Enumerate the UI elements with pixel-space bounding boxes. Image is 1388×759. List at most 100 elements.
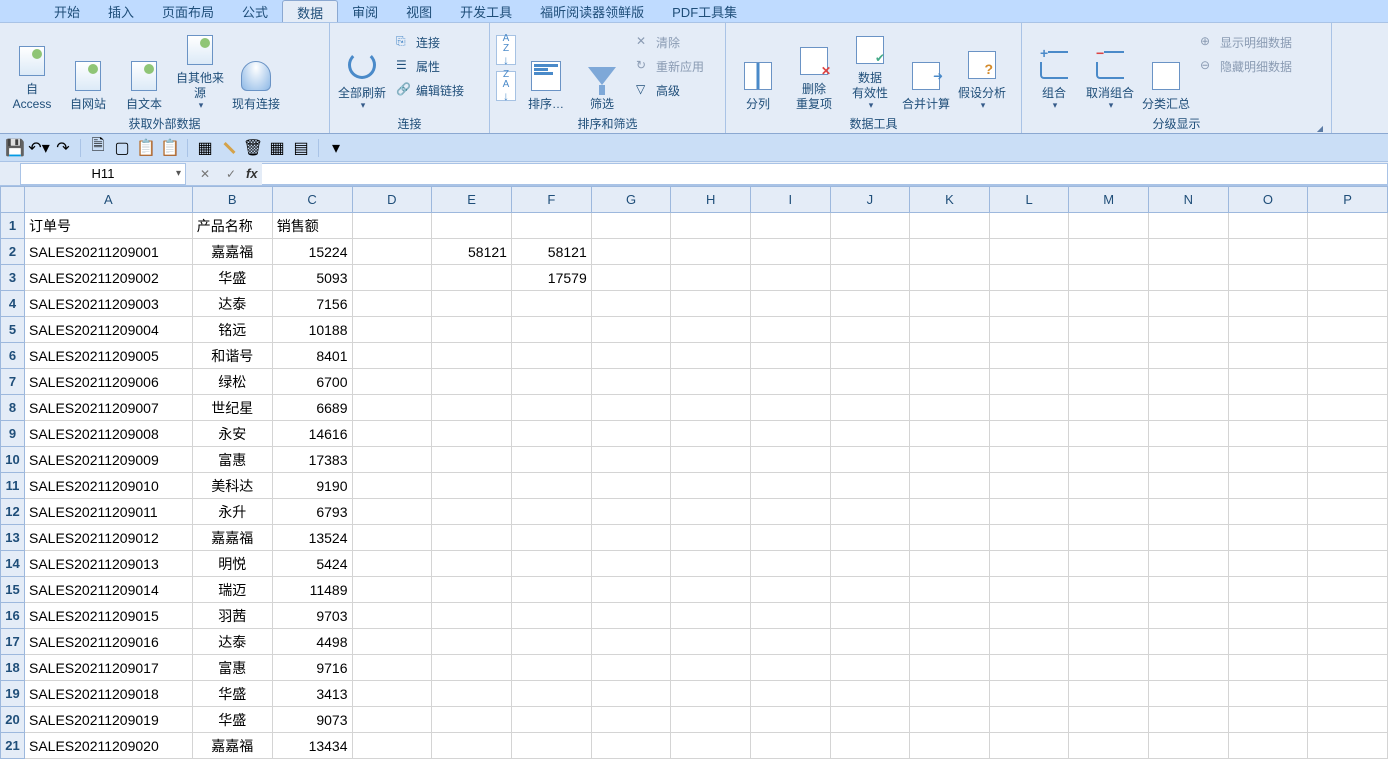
row-header[interactable]: 2 bbox=[1, 239, 25, 265]
cell[interactable] bbox=[1149, 447, 1229, 473]
cell[interactable] bbox=[910, 603, 990, 629]
cell[interactable] bbox=[511, 421, 591, 447]
row-header[interactable]: 6 bbox=[1, 343, 25, 369]
cell[interactable] bbox=[750, 577, 830, 603]
cell[interactable]: 明悦 bbox=[192, 551, 272, 577]
tab-review[interactable]: 审阅 bbox=[338, 0, 392, 22]
cell[interactable]: 9716 bbox=[272, 655, 352, 681]
cell[interactable] bbox=[1149, 655, 1229, 681]
cell[interactable] bbox=[989, 499, 1069, 525]
cell[interactable] bbox=[671, 629, 751, 655]
cell[interactable]: 8401 bbox=[272, 343, 352, 369]
cell[interactable] bbox=[830, 369, 910, 395]
cell[interactable]: 9190 bbox=[272, 473, 352, 499]
cell[interactable] bbox=[511, 525, 591, 551]
cell[interactable]: 达泰 bbox=[192, 291, 272, 317]
cell[interactable] bbox=[352, 629, 432, 655]
cell[interactable] bbox=[1149, 603, 1229, 629]
cell[interactable] bbox=[511, 707, 591, 733]
col-header-L[interactable]: L bbox=[989, 187, 1069, 213]
advanced-filter-button[interactable]: ▽高级 bbox=[632, 79, 708, 101]
cell[interactable]: 7156 bbox=[272, 291, 352, 317]
cell[interactable] bbox=[591, 369, 671, 395]
cell[interactable] bbox=[910, 733, 990, 759]
edit-links-button[interactable]: 🔗编辑链接 bbox=[392, 79, 468, 101]
hide-detail-button[interactable]: ⊖隐藏明细数据 bbox=[1196, 55, 1296, 77]
cell[interactable] bbox=[671, 499, 751, 525]
cell[interactable] bbox=[989, 265, 1069, 291]
cell[interactable]: 4498 bbox=[272, 629, 352, 655]
cell[interactable] bbox=[1228, 447, 1308, 473]
cell[interactable] bbox=[830, 551, 910, 577]
cell[interactable]: SALES20211209008 bbox=[24, 421, 192, 447]
cell[interactable] bbox=[910, 213, 990, 239]
cell[interactable] bbox=[910, 395, 990, 421]
cell[interactable]: 15224 bbox=[272, 239, 352, 265]
cell[interactable] bbox=[511, 447, 591, 473]
cell[interactable] bbox=[1308, 473, 1388, 499]
cell[interactable]: 华盛 bbox=[192, 707, 272, 733]
cell[interactable]: 6700 bbox=[272, 369, 352, 395]
cell[interactable] bbox=[432, 707, 512, 733]
format-icon[interactable]: ▤ bbox=[292, 139, 310, 157]
row-header[interactable]: 9 bbox=[1, 421, 25, 447]
tab-home[interactable]: 开始 bbox=[40, 0, 94, 22]
cell[interactable] bbox=[352, 499, 432, 525]
cell[interactable] bbox=[1149, 577, 1229, 603]
cell[interactable] bbox=[1069, 577, 1149, 603]
cell[interactable] bbox=[830, 473, 910, 499]
select-all-corner[interactable] bbox=[1, 187, 25, 213]
cell[interactable] bbox=[1069, 629, 1149, 655]
cell[interactable] bbox=[432, 395, 512, 421]
cell[interactable]: SALES20211209004 bbox=[24, 317, 192, 343]
cell[interactable] bbox=[1069, 499, 1149, 525]
cell[interactable] bbox=[352, 239, 432, 265]
cell[interactable] bbox=[989, 525, 1069, 551]
cell[interactable] bbox=[1228, 395, 1308, 421]
cell[interactable] bbox=[1149, 499, 1229, 525]
cell[interactable] bbox=[591, 499, 671, 525]
cell[interactable] bbox=[1308, 603, 1388, 629]
cell[interactable] bbox=[750, 629, 830, 655]
cell[interactable]: 华盛 bbox=[192, 681, 272, 707]
more-icon[interactable]: ▾ bbox=[327, 139, 345, 157]
cell[interactable]: 嘉嘉福 bbox=[192, 525, 272, 551]
cell[interactable] bbox=[591, 733, 671, 759]
cell[interactable] bbox=[830, 265, 910, 291]
cell[interactable] bbox=[352, 525, 432, 551]
cell[interactable]: 5093 bbox=[272, 265, 352, 291]
cell[interactable] bbox=[1149, 629, 1229, 655]
cell[interactable] bbox=[989, 447, 1069, 473]
cell[interactable] bbox=[1149, 707, 1229, 733]
cell[interactable] bbox=[1228, 499, 1308, 525]
cell[interactable] bbox=[352, 655, 432, 681]
from-text-button[interactable]: 自文本 bbox=[118, 25, 170, 113]
cell[interactable] bbox=[352, 369, 432, 395]
cell[interactable] bbox=[989, 473, 1069, 499]
cell[interactable] bbox=[830, 317, 910, 343]
cell[interactable] bbox=[511, 395, 591, 421]
cell[interactable] bbox=[432, 343, 512, 369]
from-other-button[interactable]: 自其他来源 bbox=[174, 25, 226, 113]
fx-icon[interactable]: fx bbox=[246, 166, 258, 181]
tab-foxit[interactable]: 福昕阅读器领鲜版 bbox=[526, 0, 658, 22]
cell[interactable] bbox=[1308, 629, 1388, 655]
cell[interactable] bbox=[989, 629, 1069, 655]
cell[interactable]: 5424 bbox=[272, 551, 352, 577]
cell[interactable] bbox=[1149, 343, 1229, 369]
cell[interactable] bbox=[1308, 733, 1388, 759]
cell[interactable] bbox=[432, 369, 512, 395]
tab-pdf[interactable]: PDF工具集 bbox=[658, 0, 751, 22]
cell[interactable] bbox=[750, 265, 830, 291]
cell[interactable] bbox=[432, 291, 512, 317]
cell[interactable] bbox=[591, 551, 671, 577]
cell[interactable] bbox=[830, 629, 910, 655]
col-header-O[interactable]: O bbox=[1228, 187, 1308, 213]
cell[interactable] bbox=[671, 239, 751, 265]
cell[interactable] bbox=[1069, 421, 1149, 447]
filter-button[interactable]: 筛选 bbox=[576, 25, 628, 113]
cell[interactable]: 永升 bbox=[192, 499, 272, 525]
cell[interactable] bbox=[1308, 369, 1388, 395]
from-web-button[interactable]: 自网站 bbox=[62, 25, 114, 113]
cell[interactable]: 铭远 bbox=[192, 317, 272, 343]
